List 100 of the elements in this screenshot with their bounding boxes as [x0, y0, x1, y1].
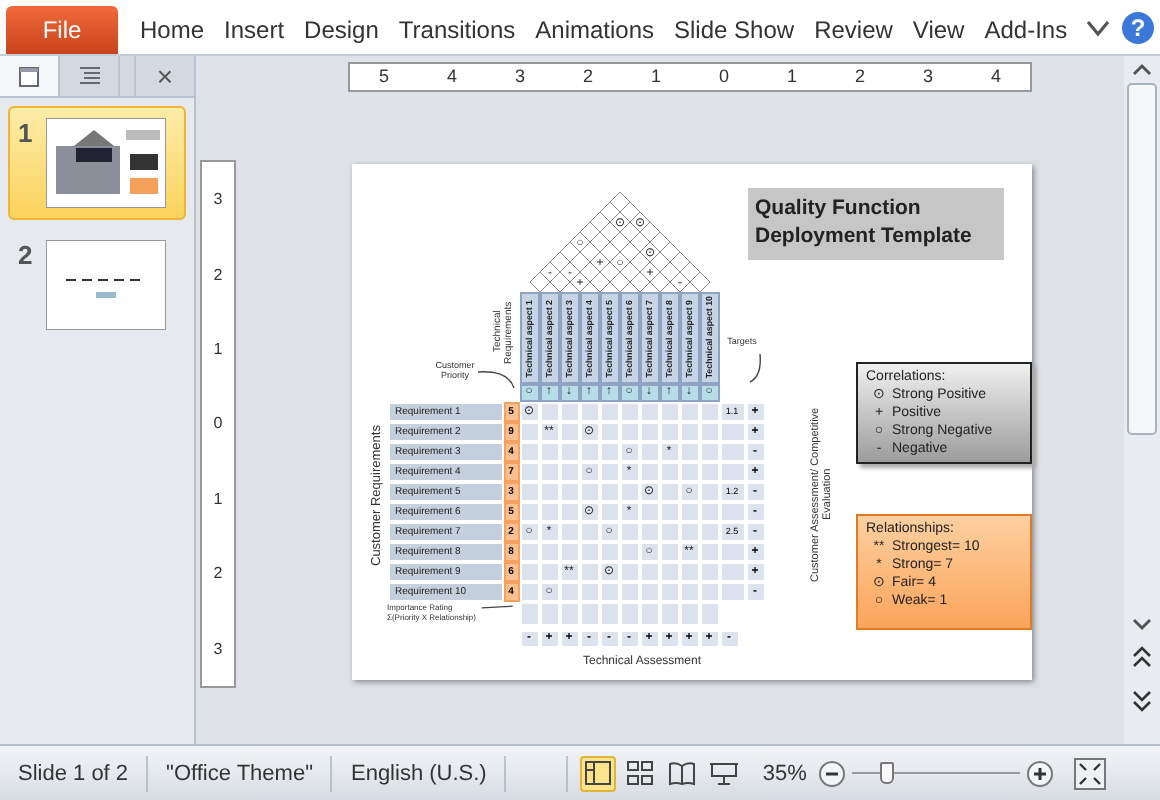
table-cell: [519, 442, 539, 462]
ribbon-tab[interactable]: Review: [804, 6, 903, 54]
table-cell: [599, 402, 619, 422]
ribbon-tab[interactable]: Animations: [525, 6, 665, 54]
table-cell: [539, 562, 559, 582]
table-cell: [639, 462, 659, 482]
normal-view-icon: [584, 760, 613, 786]
vertical-scrollbar[interactable]: [1124, 56, 1160, 744]
table-cell: [699, 542, 719, 562]
table-cell: [519, 482, 539, 502]
table-cell: [659, 522, 679, 542]
leader-line: [479, 602, 515, 612]
grid-icon: [626, 760, 655, 786]
target-cell: [719, 562, 745, 582]
table-cell: [599, 422, 619, 442]
ribbon-tab[interactable]: View: [902, 6, 975, 54]
zoom-out-icon[interactable]: [818, 759, 847, 787]
table-cell: [679, 462, 699, 482]
target-cell: [719, 462, 745, 482]
ruler-number: 2: [213, 564, 223, 583]
ribbon-tab[interactable]: Transitions: [388, 6, 526, 54]
slide-thumbnail-item[interactable]: 2: [8, 228, 186, 342]
ruler-number: 2: [854, 66, 865, 86]
table-cell: [599, 462, 619, 482]
ruler-number: 1: [650, 66, 661, 86]
file-tab[interactable]: File: [6, 6, 118, 54]
table-cell: [579, 482, 599, 502]
table-cell: [579, 582, 599, 602]
table-cell: [699, 482, 719, 502]
view-button[interactable]: [622, 755, 659, 791]
table-cell: [679, 582, 699, 602]
slide-thumbnail-item[interactable]: 1: [8, 106, 186, 220]
table-cell: [659, 602, 679, 626]
ruler-number: 0: [718, 66, 729, 86]
table-cell: [559, 442, 579, 462]
table-cell: [579, 602, 599, 626]
view-button[interactable]: [580, 755, 617, 791]
book-icon: [668, 760, 697, 786]
table-cell: [539, 542, 559, 562]
ribbon-tab[interactable]: Insert: [214, 6, 295, 54]
table-cell: [699, 502, 719, 522]
table-cell: [659, 502, 679, 522]
table-cell: [599, 502, 619, 522]
ruler-number: 0: [213, 414, 223, 433]
table-cell: [659, 422, 679, 442]
zoom-in-icon[interactable]: [1026, 759, 1055, 787]
table-cell: [619, 482, 639, 502]
caret-icon[interactable]: [1086, 18, 1110, 38]
table-cell: [619, 522, 639, 542]
table-cell: [699, 582, 719, 602]
table-cell: [639, 502, 659, 522]
table-cell: [579, 562, 599, 582]
table-cell: [699, 402, 719, 422]
table-cell: [599, 542, 619, 562]
slide-thumbnail: [46, 240, 166, 330]
table-cell: [679, 522, 699, 542]
table-cell: [619, 542, 639, 562]
table-cell: [539, 462, 559, 482]
table-cell: [559, 482, 579, 502]
table-cell: [539, 442, 559, 462]
table-cell: [519, 422, 539, 442]
slides-tab[interactable]: [0, 56, 60, 96]
slider-thumb[interactable]: [880, 762, 895, 784]
table-cell: [599, 482, 619, 502]
table-cell: [639, 442, 659, 462]
projector-screen-icon: [710, 760, 739, 786]
zoom-level[interactable]: 35%: [762, 761, 807, 785]
ribbon-tab[interactable]: Slide Show: [664, 6, 805, 54]
ruler-number: 4: [990, 66, 1001, 86]
table-cell: [659, 542, 679, 562]
status-text: English (U.S.): [332, 755, 507, 791]
table-cell: [579, 442, 599, 462]
table-cell: [679, 422, 699, 442]
table-cell: [619, 422, 639, 442]
table-cell: [539, 602, 559, 626]
table-cell: [679, 402, 699, 422]
table-cell: [559, 402, 579, 422]
ribbon-tab[interactable]: Add-Ins: [974, 6, 1078, 54]
table-cell: [559, 422, 579, 442]
table-cell: [679, 442, 699, 462]
ruler-number: 5: [378, 66, 389, 86]
table-cell: [539, 502, 559, 522]
ruler-number: 1: [213, 489, 223, 508]
outline-icon: [77, 66, 101, 86]
table-cell: [559, 462, 579, 482]
target-cell: [719, 502, 745, 522]
status-text: "Office Theme": [148, 755, 333, 791]
help-button[interactable]: ?: [1122, 12, 1154, 44]
table-cell: [699, 602, 719, 626]
ribbon-tab[interactable]: Home: [130, 6, 215, 54]
ribbon-tab[interactable]: Design: [294, 6, 389, 54]
ruler-number: 1: [786, 66, 797, 86]
fit-to-window-icon[interactable]: [1074, 757, 1107, 789]
table-cell: [639, 422, 659, 442]
slide-title: Quality Function Deployment Template: [747, 188, 1003, 260]
table-cell: [659, 562, 679, 582]
ruler-number: 1: [213, 340, 223, 359]
table-cell: [679, 602, 699, 626]
table-cell: [519, 562, 539, 582]
target-cell: [719, 422, 745, 442]
